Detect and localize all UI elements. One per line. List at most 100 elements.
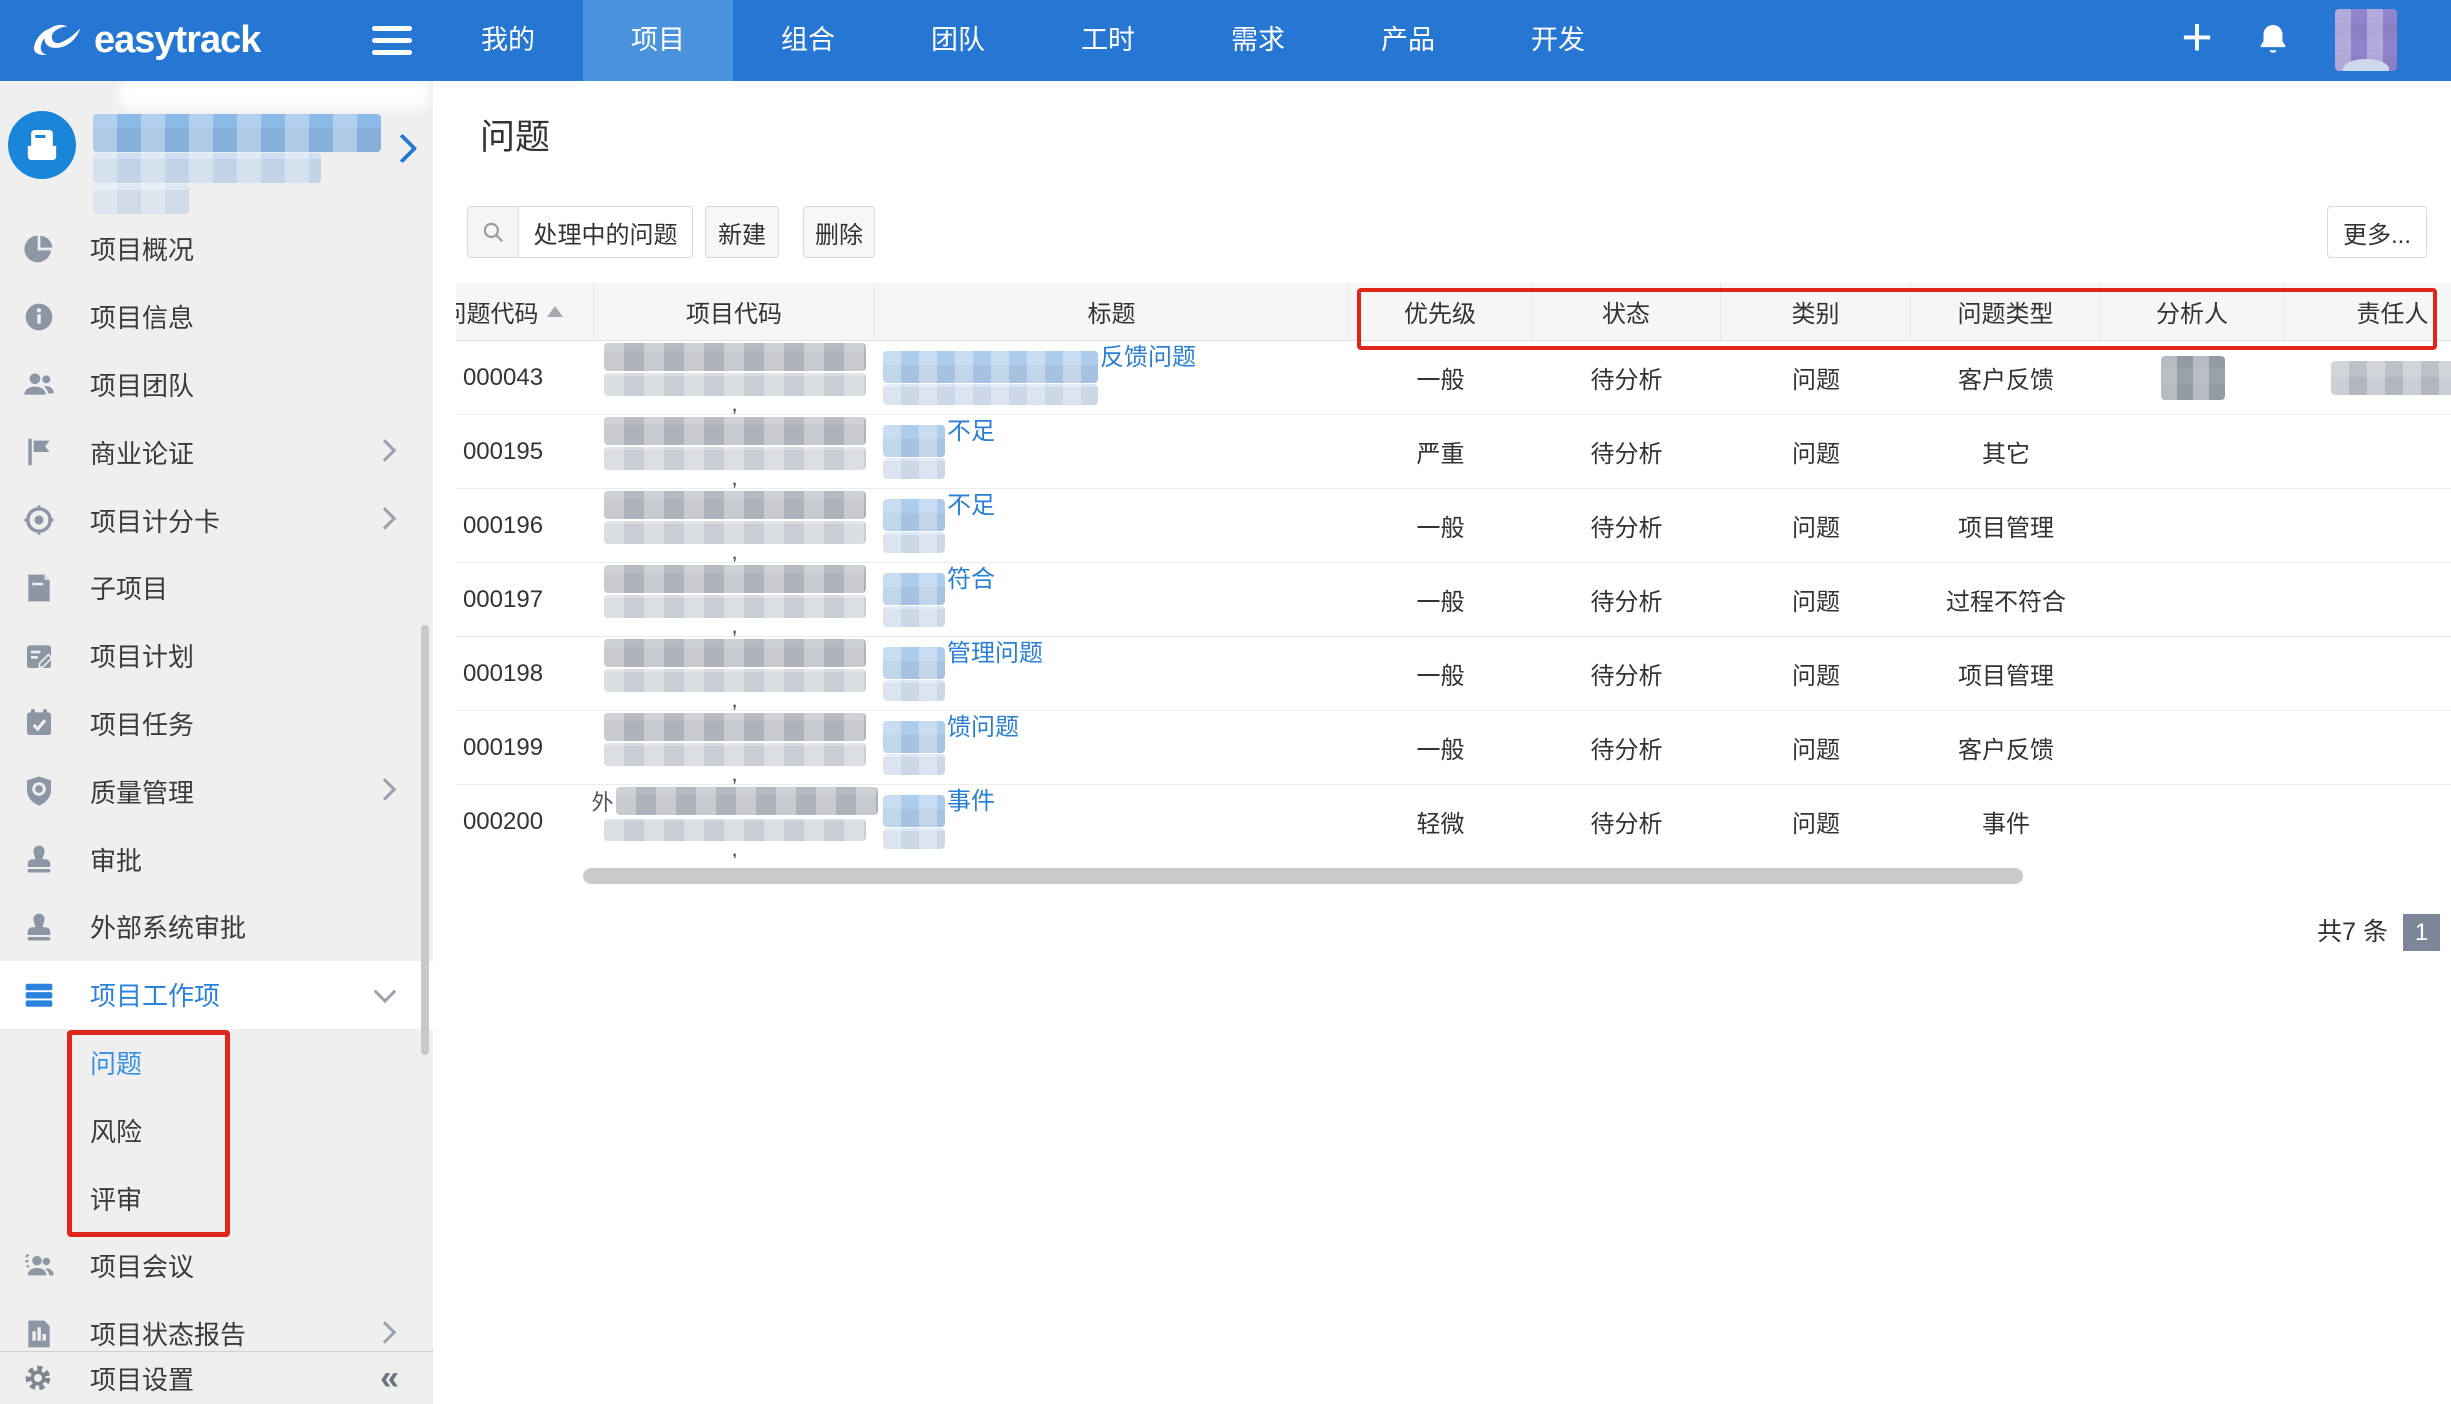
column-label: 责任人 bbox=[2357, 294, 2429, 329]
issue-row-000043[interactable]: 000043,反馈问题一般待分析问题客户反馈 bbox=[456, 341, 2451, 415]
column-header-issue-code[interactable]: 问题代码 bbox=[456, 283, 594, 340]
issue-title-link[interactable]: 反馈问题 bbox=[1100, 341, 1196, 375]
blurred-title bbox=[883, 351, 1098, 405]
project-switch-chevron-icon[interactable] bbox=[388, 134, 418, 164]
sidebar-item-project-work-items[interactable]: 项目工作项 bbox=[0, 961, 433, 1029]
cell-analyst bbox=[2101, 711, 2284, 784]
sidebar-item-project-plan[interactable]: 项目计划 bbox=[0, 622, 433, 690]
blurred-title-line2 bbox=[883, 384, 1098, 405]
issue-type-value: 其它 bbox=[1982, 434, 2030, 469]
issue-title-link[interactable]: 符合 bbox=[947, 563, 995, 597]
project-avatar[interactable] bbox=[8, 111, 76, 179]
nav-tab-portfolio[interactable]: 组合 bbox=[733, 0, 883, 81]
sidebar-item-reviews[interactable]: 评审 bbox=[0, 1164, 433, 1232]
sidebar-item-project-info[interactable]: 项目信息 bbox=[0, 283, 433, 351]
add-plus-icon[interactable]: + bbox=[2168, 0, 2226, 81]
sidebar-item-label: 审批 bbox=[90, 841, 142, 878]
blurred-title bbox=[883, 647, 945, 701]
cell-analyst bbox=[2101, 563, 2284, 636]
sidebar-item-project-scorecard[interactable]: 项目计分卡 bbox=[0, 486, 433, 554]
issue-row-000199[interactable]: 000199,馈问题一般待分析问题客户反馈 bbox=[456, 711, 2451, 785]
user-avatar[interactable] bbox=[2335, 9, 2397, 71]
sidebar-item-project-settings[interactable]: 项目设置 « bbox=[0, 1351, 433, 1404]
total-count-label: 共7 条 bbox=[2268, 914, 2388, 951]
cell-status: 待分析 bbox=[1532, 711, 1721, 784]
sidebar-item-subproject[interactable]: 子项目 bbox=[0, 554, 433, 622]
column-header-title[interactable]: 标题 bbox=[875, 283, 1349, 340]
filter-value[interactable]: 处理中的问题 bbox=[518, 207, 692, 257]
issue-row-000197[interactable]: 000197,符合一般待分析问题过程不符合 bbox=[456, 563, 2451, 637]
easytrack-logo[interactable]: easytrack bbox=[26, 0, 260, 81]
blurred-title bbox=[883, 721, 945, 775]
cell-category: 问题 bbox=[1721, 415, 1911, 488]
sidebar-item-project-team[interactable]: 项目团队 bbox=[0, 351, 433, 419]
new-button[interactable]: 新建 bbox=[705, 206, 779, 258]
more-button[interactable]: 更多... bbox=[2327, 206, 2427, 258]
cell-owner bbox=[2284, 563, 2451, 636]
column-header-issue-type[interactable]: 问题类型 bbox=[1911, 283, 2101, 340]
sidebar-item-project-overview[interactable]: 项目概况 bbox=[0, 215, 433, 283]
search-icon[interactable] bbox=[468, 207, 518, 257]
nav-tab-timesheet[interactable]: 工时 bbox=[1033, 0, 1183, 81]
horizontal-scrollbar[interactable] bbox=[583, 868, 2023, 884]
cell-title: 馈问题 bbox=[875, 711, 1349, 784]
issue-title-link[interactable]: 不足 bbox=[947, 489, 995, 523]
sidebar-item-approval[interactable]: 审批 bbox=[0, 825, 433, 893]
column-header-project-code[interactable]: 项目代码 bbox=[594, 283, 875, 340]
sidebar-scrollbar[interactable] bbox=[421, 625, 429, 1055]
sidebar-item-project-task[interactable]: 项目任务 bbox=[0, 690, 433, 758]
nav-tab-product[interactable]: 产品 bbox=[1333, 0, 1483, 81]
cell-project-code: , bbox=[594, 341, 875, 414]
issue-title-link[interactable]: 事件 bbox=[947, 785, 995, 819]
issue-row-000195[interactable]: 000195,不足严重待分析问题其它 bbox=[456, 415, 2451, 489]
sidebar-item-business-case[interactable]: 商业论证 bbox=[0, 418, 433, 486]
sort-asc-icon[interactable] bbox=[547, 306, 563, 317]
sidebar-item-quality-management[interactable]: 质量管理 bbox=[0, 757, 433, 825]
cell-priority: 一般 bbox=[1349, 341, 1532, 414]
issue-type-value: 过程不符合 bbox=[1946, 582, 2066, 617]
column-header-priority[interactable]: 优先级 bbox=[1349, 283, 1532, 340]
nav-tab-requirement[interactable]: 需求 bbox=[1183, 0, 1333, 81]
cell-issue-type: 项目管理 bbox=[1911, 637, 2101, 710]
column-header-analyst[interactable]: 分析人 bbox=[2101, 283, 2284, 340]
cell-category: 问题 bbox=[1721, 711, 1911, 784]
cell-owner bbox=[2284, 711, 2451, 784]
hamburger-menu-icon[interactable] bbox=[372, 26, 412, 55]
nav-tab-development[interactable]: 开发 bbox=[1483, 0, 1633, 81]
status-value: 待分析 bbox=[1591, 582, 1663, 617]
cell-project-code: 外, bbox=[594, 785, 875, 858]
project-code-comma: , bbox=[731, 694, 737, 709]
nav-tab-my[interactable]: 我的 bbox=[433, 0, 583, 81]
collapse-sidebar-icon[interactable]: « bbox=[380, 1363, 399, 1393]
issue-row-000196[interactable]: 000196,不足一般待分析问题项目管理 bbox=[456, 489, 2451, 563]
issue-type-value: 项目管理 bbox=[1958, 656, 2054, 691]
column-header-owner[interactable]: 责任人 bbox=[2284, 283, 2451, 340]
status-value: 待分析 bbox=[1591, 434, 1663, 469]
issue-title-link[interactable]: 管理问题 bbox=[947, 637, 1043, 671]
issue-title-link[interactable]: 不足 bbox=[947, 415, 995, 449]
column-header-category[interactable]: 类别 bbox=[1721, 283, 1911, 340]
blurred-title-line1 bbox=[883, 351, 1098, 383]
plan-icon bbox=[23, 640, 55, 672]
sidebar-item-label: 评审 bbox=[90, 1180, 142, 1217]
notification-bell-icon[interactable] bbox=[2254, 21, 2292, 59]
cell-analyst bbox=[2101, 489, 2284, 562]
blur-smudge bbox=[118, 81, 430, 109]
nav-tab-team[interactable]: 团队 bbox=[883, 0, 1033, 81]
sidebar-item-issues[interactable]: 问题 bbox=[0, 1029, 433, 1097]
issue-title-link[interactable]: 馈问题 bbox=[947, 711, 1019, 745]
page-number-1[interactable]: 1 bbox=[2403, 914, 2440, 951]
blurred-title-line1 bbox=[883, 499, 945, 531]
delete-button[interactable]: 删除 bbox=[803, 206, 875, 258]
task-icon bbox=[23, 707, 55, 739]
category-value: 问题 bbox=[1792, 582, 1840, 617]
nav-tab-project[interactable]: 项目 bbox=[583, 0, 733, 81]
issue-row-000198[interactable]: 000198,管理问题一般待分析问题项目管理 bbox=[456, 637, 2451, 711]
sidebar-item-project-meeting[interactable]: 项目会议 bbox=[0, 1232, 433, 1300]
column-header-status[interactable]: 状态 bbox=[1532, 283, 1721, 340]
logo-text: easytrack bbox=[94, 19, 260, 62]
sidebar-item-external-approval[interactable]: 外部系统审批 bbox=[0, 893, 433, 961]
sidebar-item-risks[interactable]: 风险 bbox=[0, 1096, 433, 1164]
cell-status: 待分析 bbox=[1532, 785, 1721, 858]
issue-row-000200[interactable]: 000200外,事件轻微待分析问题事件 bbox=[456, 785, 2451, 858]
